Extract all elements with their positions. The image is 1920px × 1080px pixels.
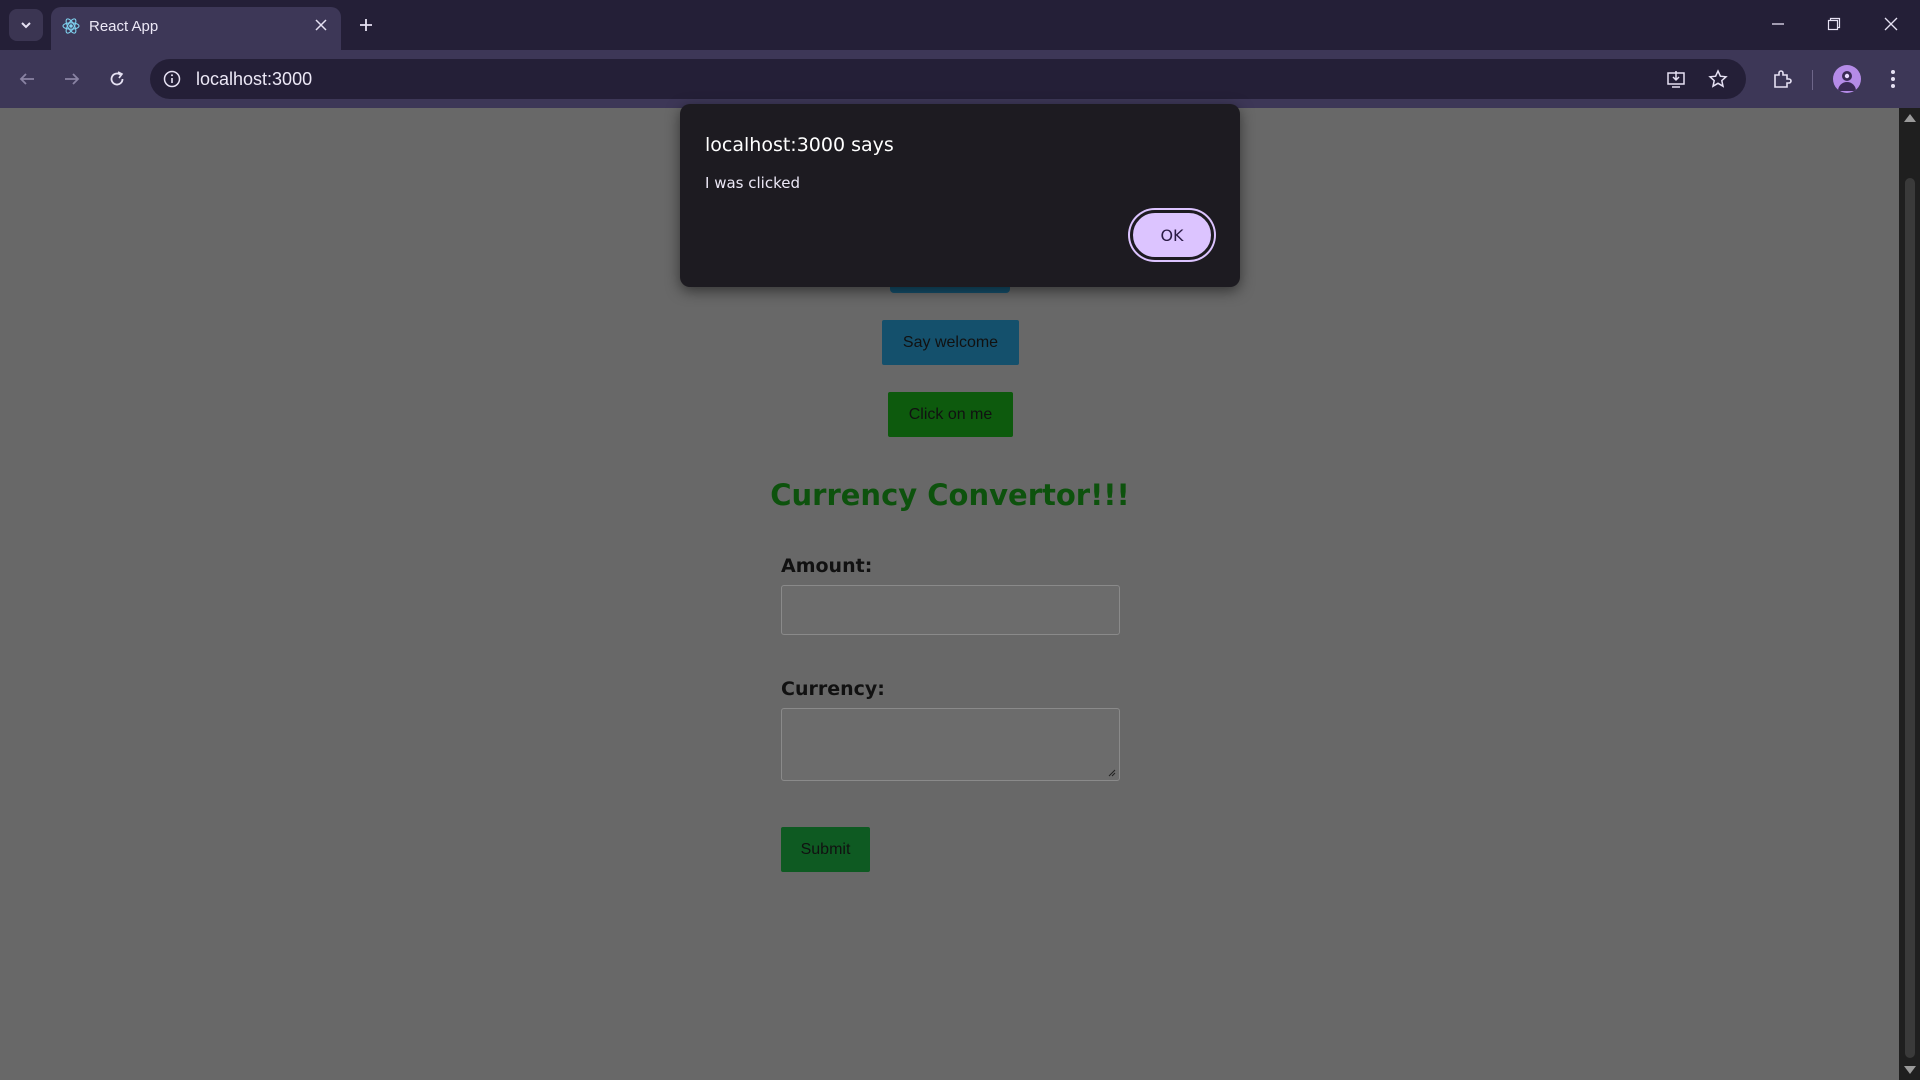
profile-avatar[interactable] [1833, 65, 1861, 93]
bookmark-button[interactable] [1704, 65, 1732, 93]
puzzle-icon [1774, 70, 1792, 88]
tab-bar: React App [0, 0, 1920, 50]
page-heading: Currency Convertor!!! [770, 478, 1130, 512]
plus-icon [360, 19, 372, 31]
url-text: localhost:3000 [196, 69, 313, 89]
extensions-button[interactable] [1765, 62, 1799, 96]
currency-textarea[interactable] [781, 708, 1120, 781]
forward-arrow-icon [65, 73, 80, 85]
forward-button[interactable] [55, 62, 89, 96]
currency-label: Currency: [781, 678, 885, 700]
minimize-button[interactable] [1762, 10, 1794, 38]
toolbar-divider [1812, 70, 1813, 90]
alert-title: localhost:3000 says [705, 134, 894, 156]
install-app-button[interactable] [1662, 65, 1690, 93]
more-vertical-icon [1891, 70, 1895, 88]
close-icon [315, 19, 327, 31]
restore-button[interactable] [1818, 10, 1850, 38]
restore-icon [1827, 17, 1841, 31]
close-icon [1884, 17, 1898, 31]
active-tab[interactable]: React App [51, 7, 341, 50]
scroll-up-arrow-icon[interactable] [1904, 114, 1916, 122]
alert-message: I was clicked [705, 174, 800, 192]
back-arrow-icon [19, 73, 34, 85]
star-icon [1708, 69, 1728, 88]
site-info-icon[interactable] [160, 67, 184, 91]
click-on-me-button[interactable]: Click on me [888, 392, 1013, 437]
new-tab-button[interactable] [352, 11, 380, 39]
profile-icon [1838, 71, 1856, 91]
submit-button[interactable]: Submit [781, 827, 870, 872]
scroll-thumb[interactable] [1905, 178, 1915, 1058]
install-icon [1667, 71, 1685, 88]
amount-label: Amount: [781, 555, 873, 577]
react-logo-icon [62, 18, 80, 34]
tab-search-button[interactable] [9, 9, 43, 41]
reload-icon [110, 71, 124, 86]
chevron-down-icon [21, 22, 31, 29]
say-welcome-button[interactable]: Say welcome [882, 320, 1019, 365]
close-window-button[interactable] [1875, 10, 1907, 38]
scroll-down-arrow-icon[interactable] [1904, 1066, 1916, 1074]
amount-input[interactable] [781, 585, 1120, 635]
resize-handle-icon[interactable] [1108, 769, 1116, 777]
address-bar[interactable]: localhost:3000 [150, 59, 1746, 99]
alert-dialog: localhost:3000 says I was clicked OK [680, 104, 1240, 287]
back-button[interactable] [10, 62, 44, 96]
reload-button[interactable] [100, 62, 134, 96]
tab-title: React App [89, 18, 159, 35]
tab-close-button[interactable] [311, 15, 331, 35]
ok-button[interactable]: OK [1130, 210, 1214, 260]
browser-menu-button[interactable] [1876, 62, 1910, 96]
minimize-icon [1772, 23, 1784, 25]
page-scrollbar[interactable] [1899, 108, 1920, 1080]
browser-toolbar: localhost:3000 [0, 50, 1920, 108]
